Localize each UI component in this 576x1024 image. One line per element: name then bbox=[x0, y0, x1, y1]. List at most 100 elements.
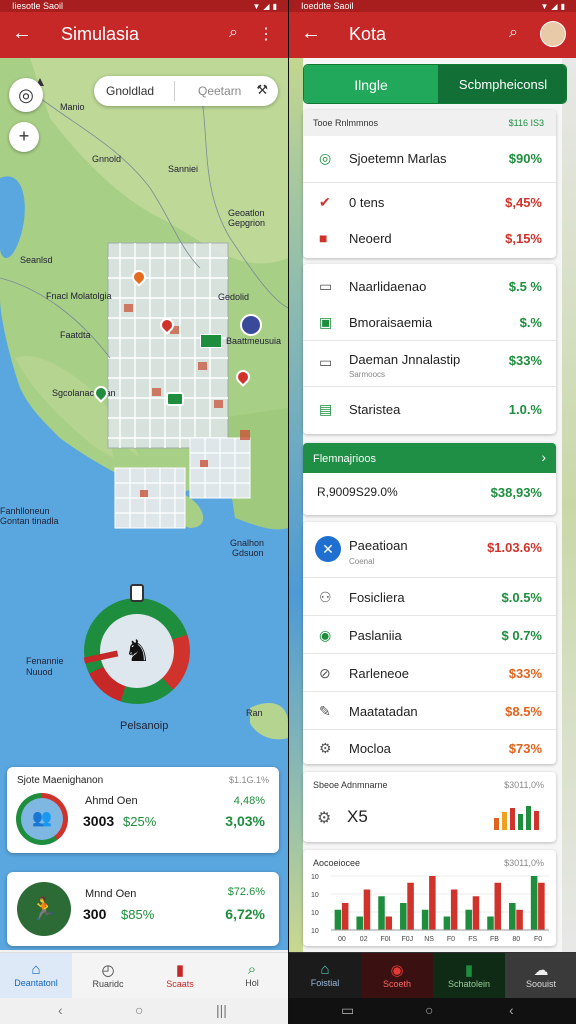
summary-card[interactable]: 🏃 Mnnd Oen 300 $85% $72.6% 6,72% bbox=[7, 872, 279, 946]
list-item[interactable]: ■ Neoerd $,15% bbox=[303, 220, 556, 256]
map-label: Gnalhon bbox=[230, 538, 265, 548]
list-item[interactable]: ⚙ Mocloa $73% bbox=[303, 729, 556, 765]
app-bar: ← Kota ⌕ bbox=[289, 12, 576, 58]
map-label: Seanlsd bbox=[20, 255, 53, 265]
row-value: $1.03.6% bbox=[487, 540, 542, 555]
card-title: Sjote Maenighanon bbox=[17, 775, 104, 786]
nav-item-fourth[interactable]: ☁ Soouist bbox=[505, 953, 576, 999]
my-location-icon[interactable]: ◎ bbox=[9, 78, 43, 112]
card-pct: $25% bbox=[123, 814, 157, 829]
row-sublabel: Coenal bbox=[349, 557, 375, 566]
list-item[interactable]: ◉ Paslaniia $ 0.7% bbox=[303, 615, 556, 653]
nav-item-third[interactable]: ▮ Schatolein bbox=[433, 953, 505, 999]
calendar-icon: ▭ bbox=[319, 354, 333, 370]
x-tick-label: F0 bbox=[447, 936, 455, 943]
x-tick-label: FB bbox=[490, 936, 499, 943]
bus-stop-icon[interactable] bbox=[200, 334, 222, 348]
tab-comparison[interactable]: Scbmpheiconsl bbox=[438, 65, 566, 103]
list-item[interactable]: ▣ Bmoraisaemia $.% bbox=[303, 304, 556, 344]
summary-card[interactable]: Sjote Maenighanon $1.1G.1% 👥 Ahmd Oen 30… bbox=[7, 767, 279, 853]
home-circle-icon[interactable]: ○ bbox=[135, 1002, 143, 1018]
metrics-group: Tooe Rnlmmnos $116 IS3 ◎ Sjoetemn Marlas… bbox=[303, 110, 556, 258]
row-label: Neoerd bbox=[349, 231, 392, 246]
card-code: 3003 bbox=[83, 813, 115, 829]
row-label: Bmoraisaemia bbox=[349, 315, 433, 330]
chart-card[interactable]: Aocoeiocee $3011,0% 10 10 10 10 00 02 F0I F0J NS… bbox=[303, 850, 556, 946]
row-label: Fosicliera bbox=[349, 590, 405, 605]
x-tick-label: FS bbox=[468, 936, 477, 943]
map-label: Faatdta bbox=[60, 330, 91, 340]
map-search-bar[interactable]: Gnoldlad Qeetarn ⚒ bbox=[94, 76, 278, 106]
chart-bar bbox=[487, 916, 494, 930]
map-label: Ran bbox=[246, 708, 263, 718]
metrics-group: ✕ Paeatioan Coenal $1.03.6% ⚇ Fosicliera… bbox=[303, 522, 556, 764]
location-gauge[interactable]: ♞ bbox=[84, 598, 190, 704]
row-value: $,45% bbox=[505, 195, 542, 210]
row-value: $33% bbox=[508, 666, 542, 681]
bottom-nav: ⌂ Foistial ◉ Scoeth ▮ Schatolein ☁ Soouist bbox=[289, 952, 576, 999]
y-tick-label: 10 bbox=[311, 874, 319, 881]
tools-icon: ✕ bbox=[315, 536, 341, 562]
row-label: Mocloa bbox=[349, 741, 391, 756]
list-item[interactable]: ▭ Daeman Jnnalastip Sarmoocs $33% bbox=[303, 340, 556, 388]
nav-item-stats[interactable]: ▮ Scaats bbox=[144, 953, 216, 999]
map-search-right-label[interactable]: Qeetarn bbox=[198, 84, 241, 98]
chart-bar bbox=[407, 882, 414, 930]
nav-label: Soouist bbox=[525, 979, 557, 989]
nav-item-dashboard[interactable]: ⌂ Deantatonl bbox=[0, 953, 72, 999]
list-item[interactable]: ✕ Paeatioan Coenal $1.03.6% bbox=[303, 522, 556, 578]
more-vert-icon[interactable]: ⋮ bbox=[258, 24, 274, 44]
poi-marker-icon[interactable] bbox=[166, 392, 184, 406]
mini-bar bbox=[494, 818, 499, 830]
poi-marker-icon[interactable] bbox=[240, 314, 262, 336]
row-label: Naarlidaenao bbox=[349, 279, 427, 294]
map-search-left-label[interactable]: Gnoldlad bbox=[106, 84, 154, 98]
search-icon[interactable]: ⌕ bbox=[229, 24, 238, 42]
back-icon[interactable]: ‹ bbox=[58, 1002, 63, 1018]
row-value: $.5 % bbox=[508, 279, 542, 294]
list-item[interactable]: ◎ Sjoetemn Marlas $90% bbox=[303, 136, 556, 182]
list-item[interactable]: ✎ Maatatadan $8.5% bbox=[303, 691, 556, 729]
list-item[interactable]: ⊘ Rarleneoe $33% bbox=[303, 653, 556, 691]
chart-bar bbox=[363, 889, 371, 930]
mini-bar bbox=[518, 814, 523, 830]
list-item[interactable]: ▭ Naarlidaenao $.5 % bbox=[303, 264, 556, 304]
search-icon[interactable]: ⌕ bbox=[509, 24, 518, 42]
back-icon[interactable]: ‹ bbox=[509, 1002, 514, 1018]
list-item[interactable]: ✔ 0 tens $,45% bbox=[303, 182, 556, 220]
recents-icon[interactable]: ||| bbox=[216, 1002, 227, 1018]
mini-bar-chart bbox=[494, 806, 539, 830]
search-icon: ⌕ bbox=[247, 961, 257, 978]
list-item[interactable]: ⚇ Fosicliera $.0.5% bbox=[303, 577, 556, 615]
back-arrow-icon[interactable]: ← bbox=[12, 22, 32, 45]
chart-bar bbox=[421, 909, 429, 930]
avatar[interactable] bbox=[540, 21, 566, 47]
map-label: Manio bbox=[60, 102, 85, 112]
list-item[interactable]: ▤ Staristea 1.0.% bbox=[303, 386, 556, 432]
nav-item-first[interactable]: ⌂ Foistial bbox=[289, 953, 361, 999]
chart-card-value: $3011,0% bbox=[504, 858, 544, 868]
map-label: Gdsuon bbox=[232, 548, 264, 558]
banner-value: $38,93% bbox=[490, 485, 542, 500]
zoom-in-button[interactable]: + bbox=[9, 122, 39, 152]
mini-bar bbox=[510, 808, 515, 830]
row-label: Staristea bbox=[349, 402, 401, 417]
summary-card[interactable]: Sbeoe Adnmnarne $3011,0% ⚙ X5 bbox=[303, 772, 556, 842]
tab-single[interactable]: Ilngle bbox=[304, 65, 438, 103]
bar-icon: ▮ bbox=[175, 962, 185, 979]
link-icon: ⊘ bbox=[319, 665, 331, 681]
card-right-top: $72.6% bbox=[227, 886, 265, 898]
back-arrow-icon[interactable]: ← bbox=[301, 22, 321, 45]
home-circle-icon[interactable]: ○ bbox=[425, 1002, 433, 1018]
highlight-banner[interactable]: Flemnajrioos › R,9009S29.0% $38,93% bbox=[303, 443, 556, 515]
chart-bar bbox=[450, 889, 458, 930]
nav-item-second[interactable]: ◉ Scoeth bbox=[361, 953, 433, 999]
nav-item-search[interactable]: ⌕ Hol bbox=[216, 953, 288, 999]
row-value: $8.5% bbox=[505, 704, 542, 719]
recents-icon[interactable]: ▭ bbox=[341, 1002, 354, 1019]
wrench-icon[interactable]: ⚒ bbox=[256, 82, 268, 98]
x-tick-label: F0I bbox=[380, 936, 390, 943]
status-text: Iiesotle Saoil bbox=[12, 1, 64, 11]
chart-bar bbox=[334, 909, 342, 930]
nav-item-route[interactable]: ◴ Ruaridc bbox=[72, 953, 144, 999]
